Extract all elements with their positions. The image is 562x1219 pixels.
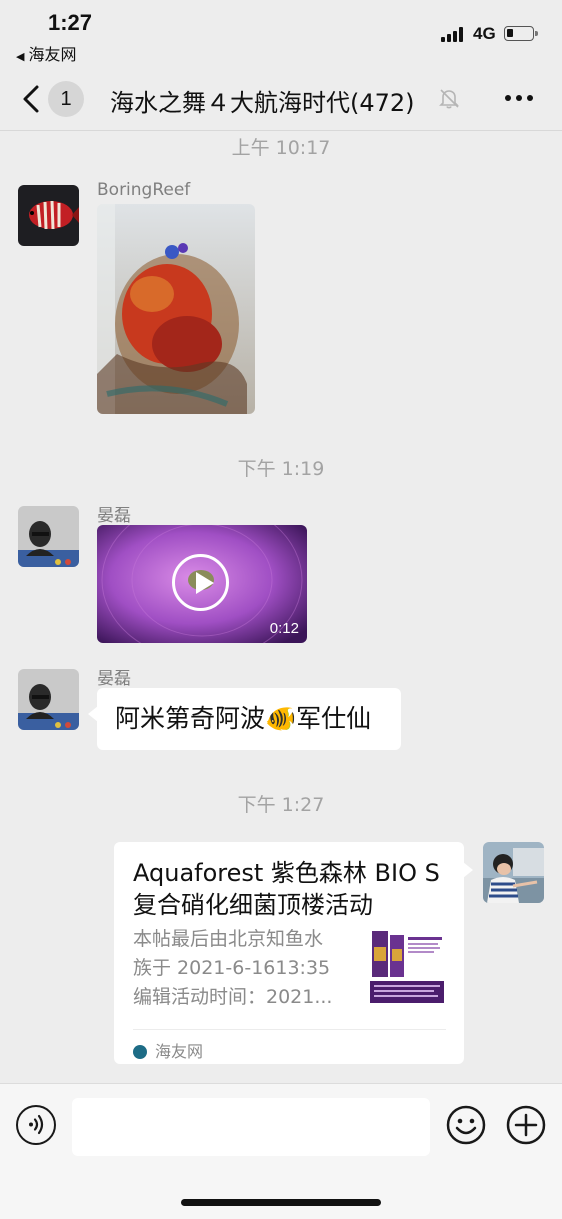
card-source: 海友网 [133,1038,203,1062]
voice-icon [29,1114,44,1135]
avatar[interactable] [18,506,79,567]
voice-input-button[interactable] [16,1105,56,1145]
link-card-message[interactable]: Aquaforest 紫色森林 BIO S 复合硝化细菌顶楼活动 本帖最后由北京… [114,842,473,1064]
network-type: 4G [473,24,496,43]
back-app-label: 海友网 [28,45,77,64]
chat-header: 1 海水之舞４大航海时代(472) [0,70,562,131]
chat-title: 海水之舞４大航海时代(472) [110,89,415,117]
text-message-bubble[interactable]: 阿米第奇阿波🐠军仕仙 [88,688,401,750]
back-to-app-link[interactable]: ◀ 海友网 [16,41,76,65]
card-divider [133,1029,446,1030]
sender-name: BoringReef [97,180,191,200]
my-avatar[interactable] [483,842,544,903]
timestamp: 上午 10:17 [231,137,331,159]
message-text: 阿米第奇阿波🐠军仕仙 [115,704,372,733]
video-message[interactable]: 0:12 [97,525,307,643]
more-icon[interactable] [505,95,535,103]
avatar[interactable] [18,185,79,246]
battery-icon [504,26,538,41]
play-icon[interactable] [172,554,229,611]
emoji-button[interactable] [446,1105,486,1145]
unread-count-badge[interactable]: 1 [48,81,84,117]
input-bar [0,1083,562,1219]
back-chevron-icon[interactable] [20,84,44,114]
card-title: Aquaforest 紫色森林 BIO S 复合硝化细菌顶楼活动 [133,859,440,919]
battery-level [507,29,513,37]
timestamp: 下午 1:19 [237,458,325,480]
source-logo-icon [133,1045,147,1059]
card-desc-line: 本帖最后由北京知鱼水 [133,928,324,950]
message-input[interactable] [72,1098,430,1156]
card-source-label: 海友网 [155,1042,204,1061]
card-description: 本帖最后由北京知鱼水 族于 2021-6-1613:35 编辑活动时间：2021… [133,925,361,1012]
image-message[interactable] [97,204,255,414]
status-bar: 1:27 ◀ 海友网 4G [0,0,562,70]
back-triangle-icon: ◀ [16,50,25,63]
card-thumbnail [370,927,444,1003]
status-time: 1:27 [48,10,93,35]
signal-icon [441,26,467,42]
sender-name: 晏磊 [97,669,131,689]
timestamp: 下午 1:27 [237,794,325,816]
bell-slash-icon [439,89,459,109]
sender-name: 晏磊 [97,506,131,526]
card-desc-line: 编辑活动时间：2021... [133,986,333,1008]
home-indicator[interactable] [181,1199,381,1206]
card-desc-line: 族于 2021-6-1613:35 [133,957,331,979]
more-functions-button[interactable] [506,1105,546,1145]
avatar[interactable] [18,669,79,730]
video-duration: 0:12 [269,620,299,637]
